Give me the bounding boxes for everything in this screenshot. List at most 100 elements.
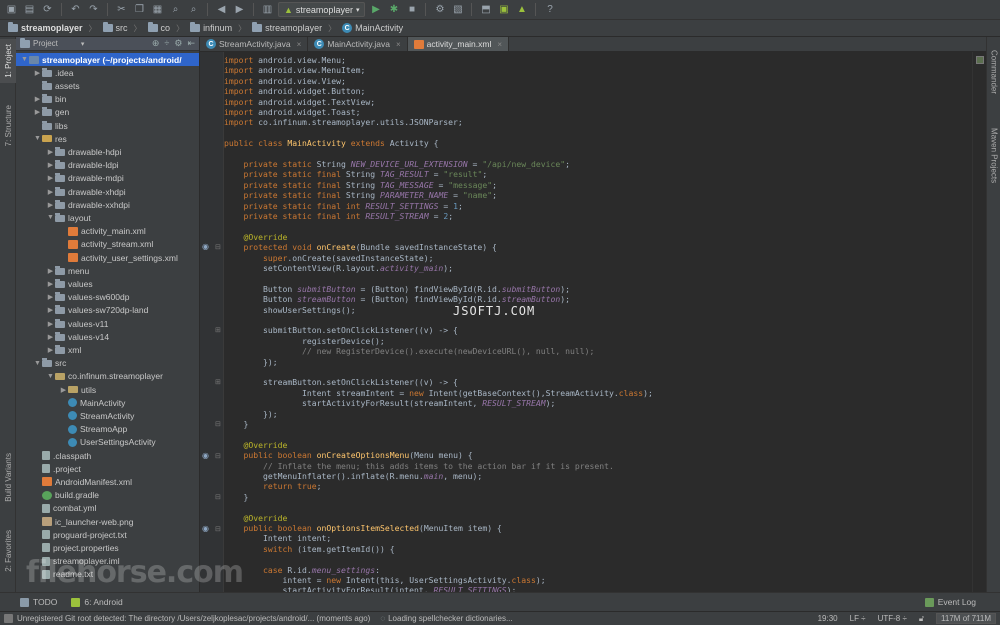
code-line[interactable]: public boolean onCreateOptionsMenu(Menu … bbox=[224, 450, 473, 460]
status-message[interactable]: Unregistered Git root detected: The dire… bbox=[17, 614, 370, 623]
code-line[interactable]: import android.view.Menu; bbox=[224, 55, 346, 65]
structure-icon[interactable]: ▧ bbox=[450, 2, 465, 17]
tree-item[interactable]: ▶ drawable-mdpi bbox=[16, 172, 199, 185]
tree-item[interactable]: ▼ src bbox=[16, 357, 199, 370]
tool-tab-maven[interactable]: Maven Projects bbox=[987, 121, 1000, 191]
expand-arrow-icon[interactable]: ▼ bbox=[33, 360, 42, 367]
tree-item[interactable]: activity_user_settings.xml bbox=[16, 251, 199, 264]
code-line[interactable]: import android.widget.Toast; bbox=[224, 107, 360, 117]
tree-item[interactable]: streamoplayer.iml bbox=[16, 555, 199, 568]
code-line[interactable]: import android.view.View; bbox=[224, 76, 346, 86]
tool-tab-android[interactable]: 6: Android bbox=[71, 597, 123, 607]
collapse-arrow-icon[interactable]: ▶ bbox=[46, 201, 55, 209]
breadcrumb-item-mainactivity[interactable]: C MainActivity bbox=[338, 23, 407, 33]
fold-icon[interactable]: ⊟ bbox=[215, 420, 221, 428]
code-line[interactable]: public boolean onOptionsItemSelected(Men… bbox=[224, 523, 502, 533]
code-line[interactable]: startActivityForResult(intent, RESULT_SE… bbox=[224, 585, 516, 592]
code-line[interactable]: private static final int RESULT_SETTINGS… bbox=[224, 201, 463, 211]
fold-icon[interactable]: ⊟ bbox=[215, 493, 221, 501]
collapse-arrow-icon[interactable]: ▶ bbox=[46, 174, 55, 182]
tree-item[interactable]: ▶ .idea bbox=[16, 66, 199, 79]
collapse-arrow-icon[interactable]: ▶ bbox=[33, 108, 42, 116]
tree-item[interactable]: readme.txt bbox=[16, 568, 199, 581]
tree-item[interactable]: MainActivity bbox=[16, 396, 199, 409]
tree-item[interactable]: ▶ drawable-hdpi bbox=[16, 145, 199, 158]
tree-item[interactable]: ▶ drawable-xhdpi bbox=[16, 185, 199, 198]
tree-item[interactable]: .classpath bbox=[16, 449, 199, 462]
undo-icon[interactable]: ↶ bbox=[68, 2, 83, 17]
override-marker-icon[interactable]: ◉ bbox=[202, 524, 209, 533]
encoding-selector[interactable]: UTF-8 ÷ bbox=[878, 614, 907, 623]
tree-item[interactable]: ▼ res bbox=[16, 132, 199, 145]
code-line[interactable]: Button submitButton = (Button) findViewB… bbox=[224, 284, 570, 294]
code-line[interactable]: private static final String PARAMETER_NA… bbox=[224, 190, 497, 200]
make-icon[interactable]: ▥ bbox=[260, 2, 275, 17]
project-view-selector[interactable]: Project ▾ bbox=[20, 37, 84, 48]
tree-item[interactable]: ▶ drawable-ldpi bbox=[16, 159, 199, 172]
save-icon[interactable]: ▤ bbox=[22, 2, 37, 17]
tree-item[interactable]: proguard-project.txt bbox=[16, 528, 199, 541]
tree-item[interactable]: ▼ streamoplayer (~/projects/android/ bbox=[16, 53, 199, 66]
override-marker-icon[interactable]: ◉ bbox=[202, 451, 209, 460]
breadcrumb-item-project[interactable]: streamoplayer bbox=[4, 22, 87, 33]
close-icon[interactable]: × bbox=[396, 40, 401, 49]
tree-item[interactable]: assets bbox=[16, 79, 199, 92]
override-marker-icon[interactable]: ◉ bbox=[202, 242, 209, 251]
replace-icon[interactable]: ⌕ bbox=[186, 2, 201, 17]
code-line[interactable]: @Override bbox=[224, 232, 288, 242]
code-line[interactable]: @Override bbox=[224, 440, 288, 450]
collapse-arrow-icon[interactable]: ▶ bbox=[46, 306, 55, 314]
breadcrumb-item-src[interactable]: src bbox=[99, 22, 132, 33]
background-task[interactable]: ◌ Loading spellchecker dictionaries... bbox=[380, 614, 512, 623]
code-line[interactable]: return true; bbox=[224, 481, 322, 491]
fold-icon[interactable]: ⊞ bbox=[215, 378, 221, 386]
breadcrumb-item-co[interactable]: co bbox=[144, 22, 175, 33]
sync-icon[interactable]: ⟳ bbox=[40, 2, 55, 17]
tool-tab-todo[interactable]: TODO bbox=[20, 597, 57, 607]
copy-icon[interactable]: ❐ bbox=[132, 2, 147, 17]
code-line[interactable]: streamButton.setOnClickListener((v) -> { bbox=[224, 377, 458, 387]
collapse-all-icon[interactable]: ÷ bbox=[164, 38, 169, 49]
expand-arrow-icon[interactable]: ▼ bbox=[20, 56, 29, 63]
tab-mainactivity[interactable]: C MainActivity.java × bbox=[308, 37, 408, 51]
tool-tab-project[interactable]: 1: Project bbox=[0, 39, 16, 83]
stop-icon[interactable]: ■ bbox=[404, 2, 419, 17]
project-icon[interactable]: ▣ bbox=[4, 2, 19, 17]
tree-item[interactable]: StreamoApp bbox=[16, 423, 199, 436]
code-line[interactable]: super.onCreate(savedInstanceState); bbox=[224, 253, 434, 263]
code-line[interactable]: } bbox=[224, 492, 248, 502]
fold-icon[interactable]: ⊟ bbox=[215, 525, 221, 533]
collapse-arrow-icon[interactable]: ▶ bbox=[59, 386, 68, 394]
collapse-arrow-icon[interactable]: ▶ bbox=[46, 333, 55, 341]
collapse-arrow-icon[interactable]: ▶ bbox=[46, 293, 55, 301]
tree-item[interactable]: combat.yml bbox=[16, 502, 199, 515]
expand-arrow-icon[interactable]: ▼ bbox=[46, 214, 55, 221]
code-line[interactable]: import android.widget.Button; bbox=[224, 86, 365, 96]
code-line[interactable]: setContentView(R.layout.activity_main); bbox=[224, 263, 453, 273]
collapse-arrow-icon[interactable]: ▶ bbox=[33, 95, 42, 103]
collapse-arrow-icon[interactable]: ▶ bbox=[33, 69, 42, 77]
back-icon[interactable]: ◀ bbox=[214, 2, 229, 17]
hide-panel-icon[interactable]: ⇤ bbox=[187, 38, 195, 49]
code-line[interactable]: switch (item.getItemId()) { bbox=[224, 544, 395, 554]
tab-activity-main-xml[interactable]: activity_main.xml × bbox=[407, 37, 510, 51]
tree-item[interactable]: ▶ values-sw600dp bbox=[16, 291, 199, 304]
fold-icon[interactable]: ⊞ bbox=[215, 326, 221, 334]
code-line[interactable]: import co.infinum.streamoplayer.utils.JS… bbox=[224, 117, 463, 127]
tree-item[interactable]: ▶ menu bbox=[16, 264, 199, 277]
tree-item[interactable]: AndroidManifest.xml bbox=[16, 475, 199, 488]
tool-tab-commander[interactable]: Commander bbox=[987, 41, 1000, 103]
line-separator-selector[interactable]: LF ÷ bbox=[850, 614, 866, 623]
breadcrumb-item-streamoplayer[interactable]: streamoplayer bbox=[248, 22, 326, 33]
code-line[interactable]: getMenuInflater().inflate(R.menu.main, m… bbox=[224, 471, 482, 481]
breadcrumb-item-infinum[interactable]: infinum bbox=[186, 22, 236, 33]
code-line[interactable]: private static String NEW_DEVICE_URL_EXT… bbox=[224, 159, 571, 169]
code-line[interactable]: private static final int RESULT_STREAM =… bbox=[224, 211, 454, 221]
tree-item[interactable]: .project bbox=[16, 462, 199, 475]
memory-indicator[interactable]: 117M of 711M bbox=[936, 613, 996, 624]
tree-item[interactable]: ▶ bin bbox=[16, 93, 199, 106]
status-toggle-icon[interactable] bbox=[4, 614, 13, 623]
code-line[interactable]: // new RegisterDevice().execute(newDevic… bbox=[224, 346, 594, 356]
code-line[interactable]: private static final String TAG_MESSAGE … bbox=[224, 180, 497, 190]
code-line[interactable]: }); bbox=[224, 409, 278, 419]
